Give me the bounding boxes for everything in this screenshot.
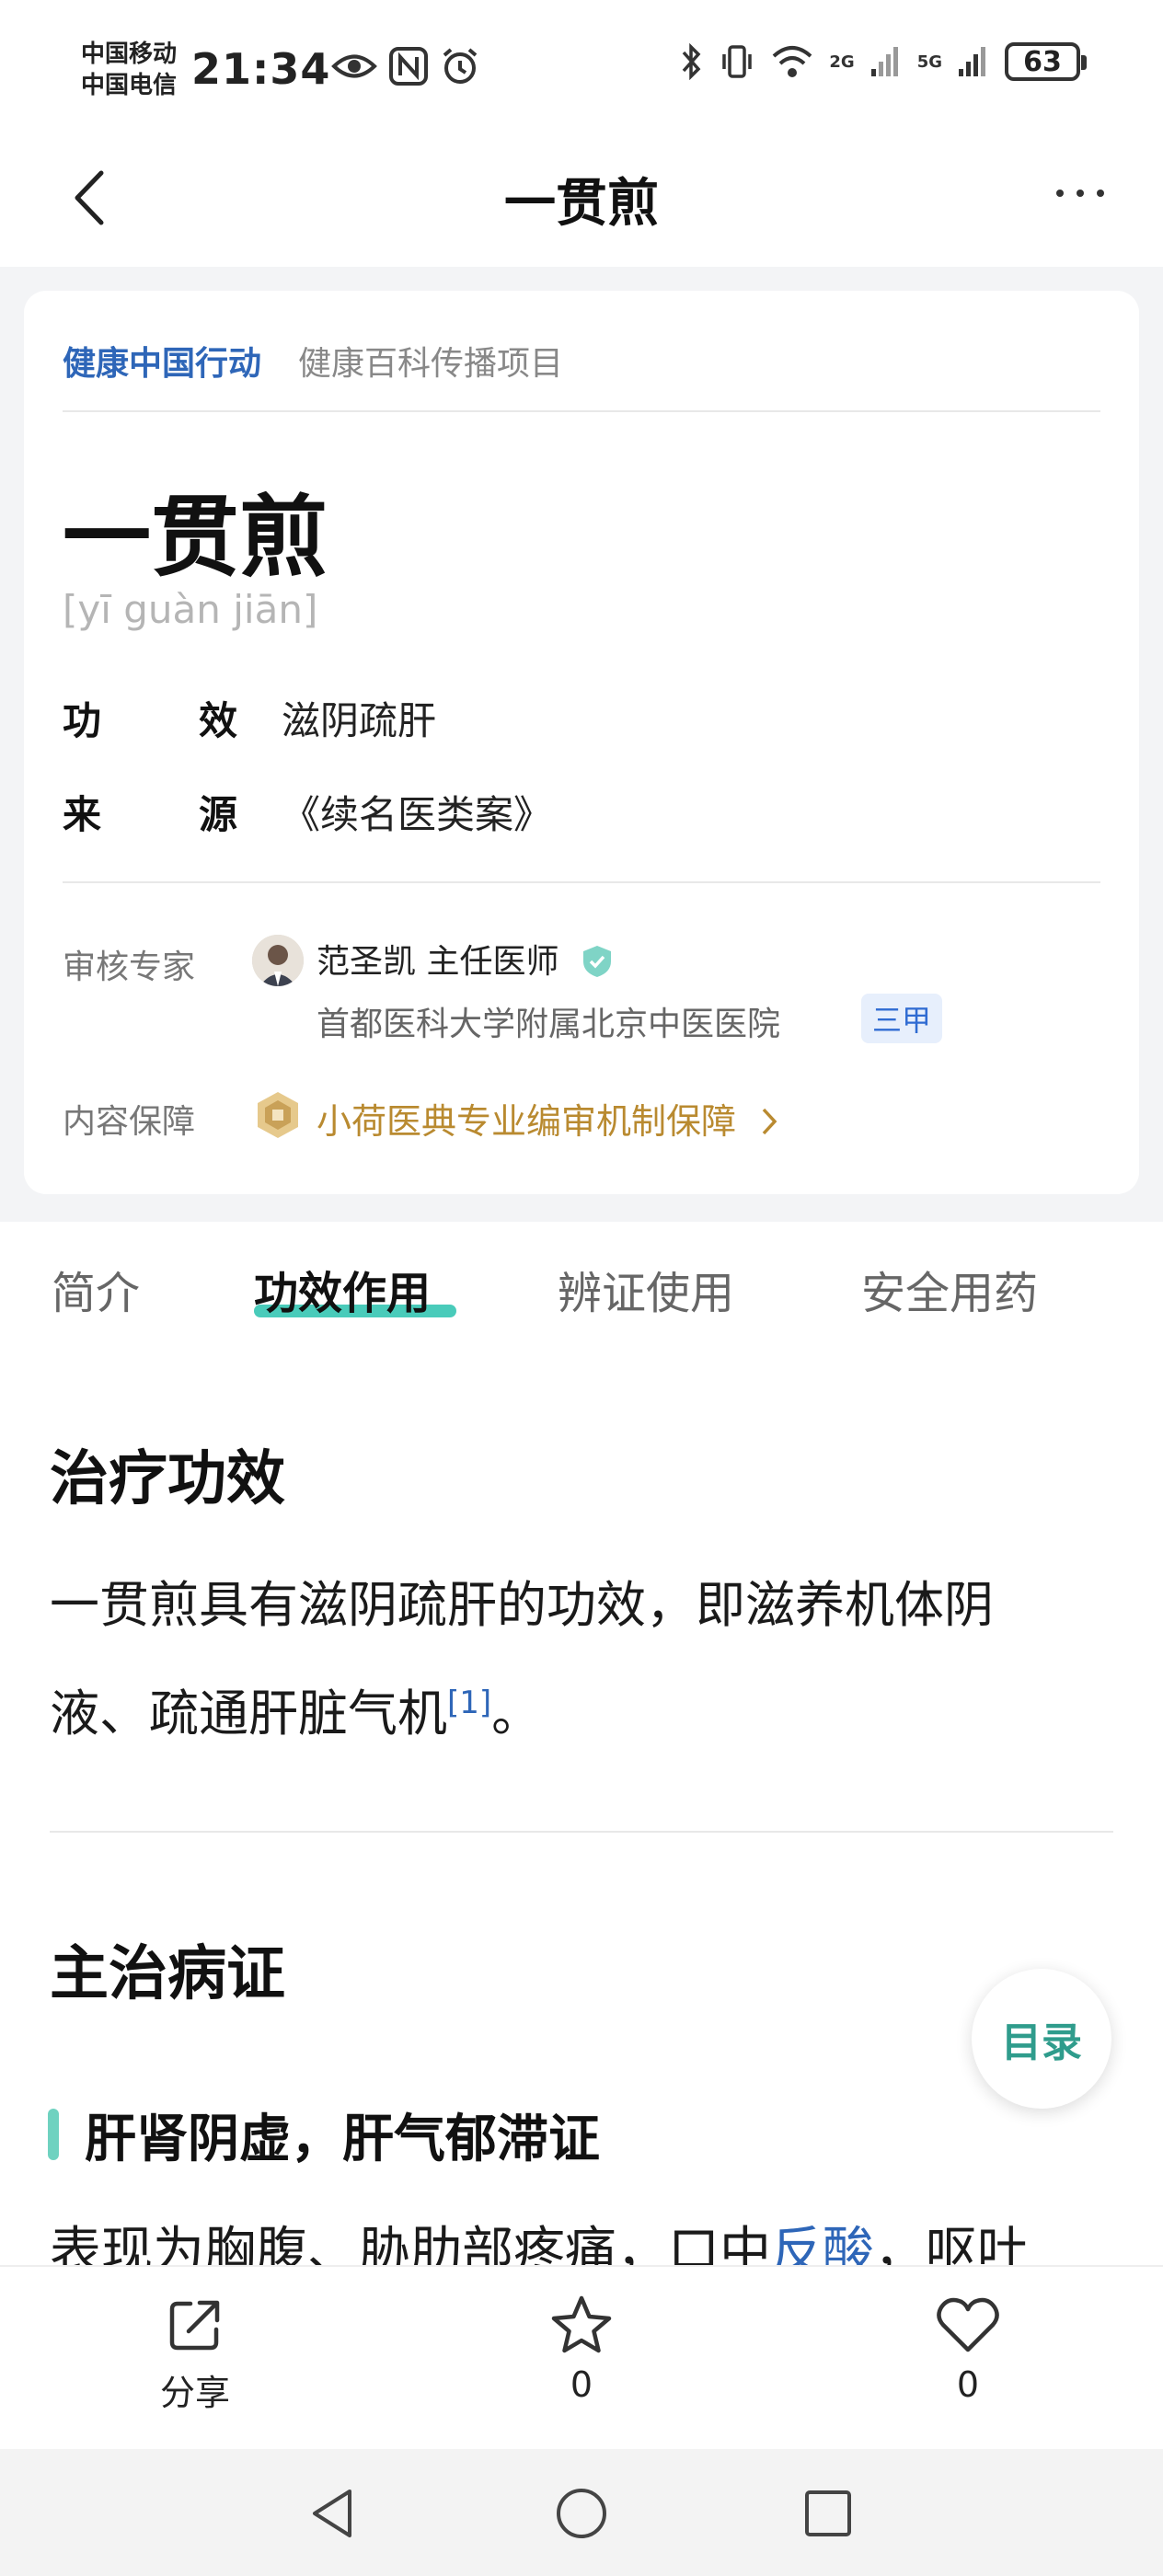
entry-pinyin: [yī guàn jiān]	[63, 587, 318, 632]
effect-text-line1: 一贯煎具有滋阴疏肝的功效，即滋养机体阴	[50, 1576, 994, 1634]
carrier-2: 中国电信	[81, 72, 178, 99]
system-home-icon[interactable]	[554, 2486, 609, 2541]
effect-text-line2: 液、疏通肝脏气机	[50, 1685, 447, 1742]
share-label: 分享	[159, 2373, 230, 2413]
status-right-icons: 2G 5G 63	[680, 42, 1087, 81]
battery-indicator: 63	[1005, 42, 1087, 81]
share-icon	[169, 2300, 220, 2351]
entry-title: 一贯煎	[63, 486, 328, 589]
tab-safe-medication[interactable]: 安全用药	[861, 1257, 1038, 1321]
chevron-right-icon	[762, 1108, 777, 1135]
like-count: 0	[956, 2364, 980, 2405]
field-source-key-1: 来	[63, 792, 102, 837]
eye-icon	[331, 54, 377, 78]
network-2g-label: 2G	[829, 52, 855, 72]
signal-icon	[870, 47, 898, 76]
like-button[interactable]: 0	[894, 2293, 1042, 2405]
guarantee-link[interactable]: 小荷医典专业编审机制保障	[317, 1093, 780, 1144]
clock: 21:34	[191, 44, 331, 94]
section-divider	[50, 1831, 1113, 1833]
wifi-icon	[773, 46, 812, 77]
carrier-1: 中国移动	[81, 40, 178, 68]
section-title-indication: 主治病证	[50, 1940, 285, 2008]
tab-syndrome-usage[interactable]: 辨证使用	[558, 1257, 734, 1321]
guarantee-label: 内容保障	[63, 1103, 196, 1141]
alarm-icon	[443, 48, 478, 84]
card-divider-top	[63, 410, 1100, 412]
subsection-title: 肝肾阴虚，肝气郁滞证	[85, 2110, 600, 2169]
entry-info-card	[24, 291, 1139, 1194]
effect-paragraph: 一贯煎具有滋阴疏肝的功效，即滋养机体阴 液、疏通肝脏气机[1]。	[50, 1557, 1117, 1763]
hospital-grade-badge: 三甲	[861, 994, 943, 1043]
more-options-icon[interactable]	[1053, 175, 1108, 212]
system-recents-icon[interactable]	[802, 2488, 854, 2539]
effect-text-end: 。	[491, 1685, 542, 1742]
reference-link[interactable]: [1]	[447, 1685, 491, 1721]
campaign-tag[interactable]: 健康中国行动	[63, 337, 261, 385]
heart-icon	[937, 2297, 999, 2352]
tab-effects[interactable]: 功效作用	[254, 1257, 431, 1321]
share-button[interactable]: 分享	[121, 2293, 269, 2415]
vibrate-icon	[722, 45, 753, 78]
field-effect-key-1: 功	[63, 698, 102, 743]
section-title-effect: 治疗功效	[50, 1445, 285, 1513]
guarantee-badge-icon	[258, 1092, 298, 1138]
star-icon	[551, 2295, 612, 2353]
network-5g-label: 5G	[916, 52, 942, 72]
doctor-name-text: 范圣凯 主任医师	[317, 943, 559, 981]
bluetooth-icon	[683, 43, 701, 80]
system-back-icon[interactable]	[307, 2486, 359, 2541]
favorite-button[interactable]: 0	[508, 2293, 655, 2405]
page-title: 一贯煎	[504, 174, 659, 234]
carrier-info: 中国移动 中国电信	[81, 39, 177, 101]
field-effect-value: 滋阴疏肝	[282, 698, 437, 743]
field-effect-key-2: 效	[199, 698, 238, 743]
doctor-name[interactable]: 范圣凯 主任医师	[317, 935, 616, 983]
signal-icon-2	[959, 47, 985, 76]
hospital-name: 首都医科大学附属北京中医医院	[317, 1006, 781, 1043]
subsection-marker	[48, 2109, 59, 2160]
card-divider-mid	[63, 881, 1100, 883]
doctor-avatar[interactable]	[252, 935, 304, 986]
field-source-value: 《续名医类案》	[282, 792, 553, 837]
favorite-count: 0	[570, 2364, 593, 2405]
status-left-icons	[331, 46, 480, 86]
avatar-icon	[252, 935, 304, 986]
table-of-contents-button[interactable]: 目录	[972, 1969, 1111, 2109]
field-source-key-2: 源	[199, 792, 238, 837]
nfc-icon	[389, 47, 428, 86]
reviewer-label: 审核专家	[63, 949, 196, 986]
tab-intro[interactable]: 简介	[52, 1257, 140, 1321]
guarantee-text: 小荷医典专业编审机制保障	[317, 1101, 737, 1142]
campaign-subtag: 健康百科传播项目	[298, 345, 564, 383]
verified-shield-icon	[582, 946, 611, 977]
